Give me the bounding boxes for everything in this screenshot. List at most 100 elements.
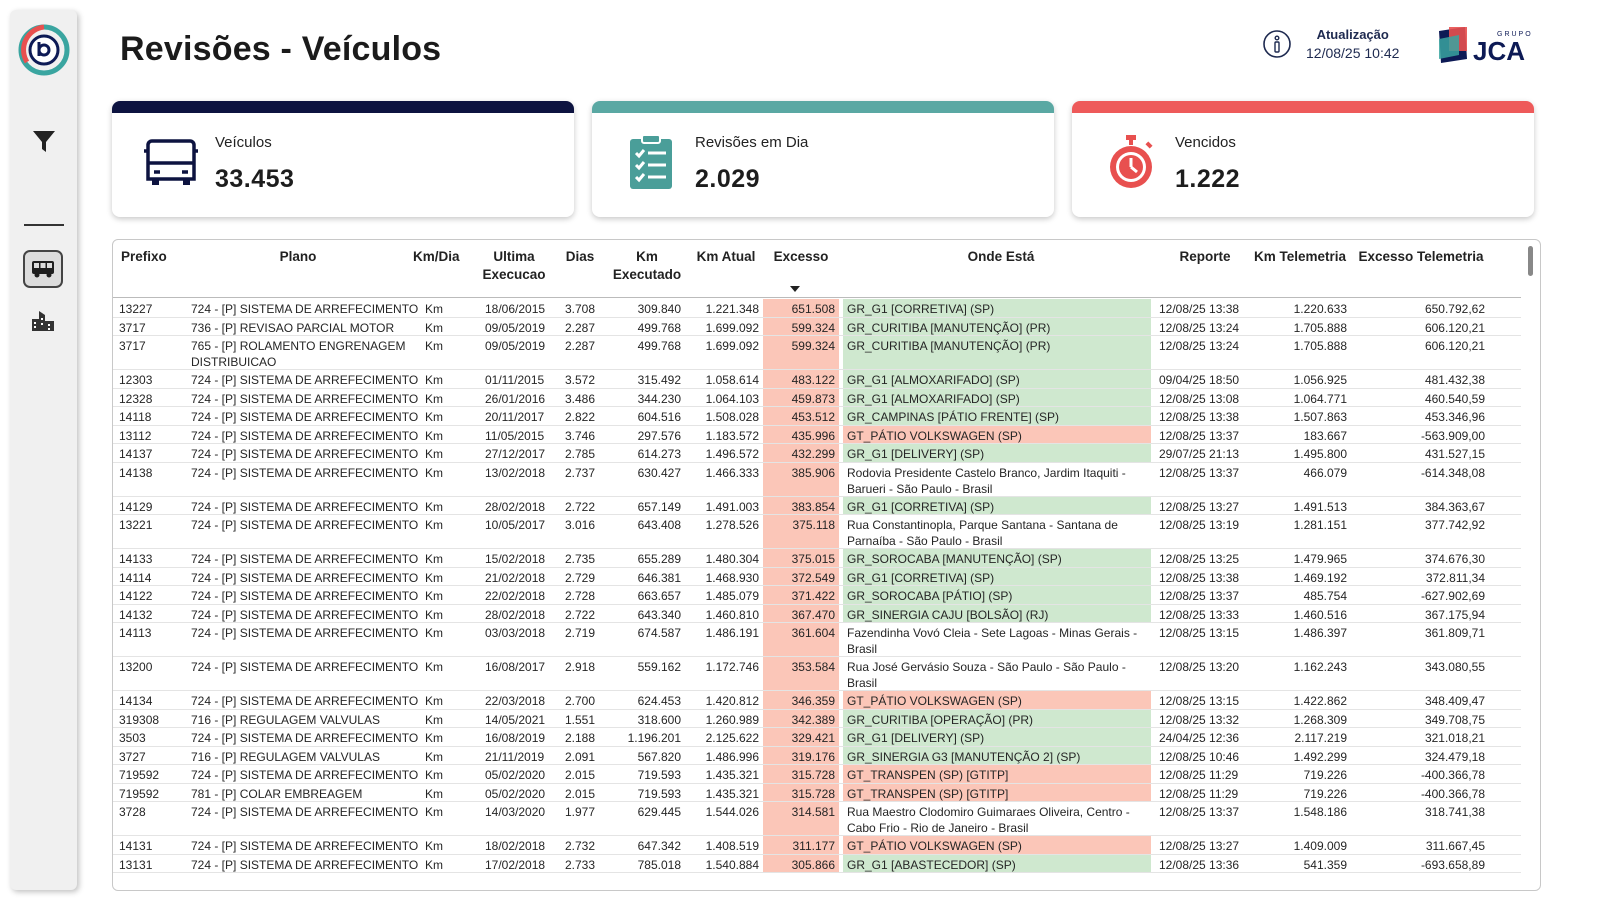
revisions-table[interactable]: Prefixo Plano Km/Dia Ultima Execucao Dia… <box>112 239 1541 891</box>
cell-prefixo: 13112 <box>119 428 152 443</box>
col-excesso[interactable]: Excesso <box>765 248 837 266</box>
col-prefixo[interactable]: Prefixo <box>121 248 181 266</box>
table-row[interactable]: 13200 724 - [P] SISTEMA DE ARREFECIMENTO K… <box>113 657 1521 691</box>
table-row[interactable]: 14114 724 - [P] SISTEMA DE ARREFECIMENTO K… <box>113 567 1521 586</box>
cell-onde: GR_G1 [CORRETIVA] (SP) <box>843 299 1151 317</box>
table-row[interactable]: 14133 724 - [P] SISTEMA DE ARREFECIMENTO K… <box>113 549 1521 568</box>
nav-garages-button[interactable] <box>28 306 58 336</box>
cell-exctel: 367.175,94 <box>1424 607 1485 622</box>
cell-kmexec: 630.427 <box>637 465 681 480</box>
cell-reporte: 12/08/25 13:15 <box>1159 626 1240 640</box>
cell-kmatual: 1.172.746 <box>705 660 759 674</box>
table-row[interactable]: 12303 724 - [P] SISTEMA DE ARREFECIMENTO K… <box>113 370 1521 389</box>
rail-divider <box>24 224 64 226</box>
cell-kmexec: 315.492 <box>637 373 681 387</box>
cell-ultima: 21/11/2019 <box>485 749 545 764</box>
cell-kmexec: 614.273 <box>637 447 681 461</box>
table-row[interactable]: 13112 724 - [P] SISTEMA DE ARREFECIMENTO K… <box>113 425 1521 444</box>
cell-kmexec: 629.445 <box>637 805 681 819</box>
cell-ultima: 14/03/2020 <box>485 805 546 819</box>
col-reporte[interactable]: Reporte <box>1161 248 1249 266</box>
cell-kmatual: 1.491.003 <box>705 499 759 514</box>
cell-kmtel: 485.754 <box>1303 589 1347 603</box>
cell-excesso: 453.512 <box>763 407 839 425</box>
table-row[interactable]: 14132 724 - [P] SISTEMA DE ARREFECIMENTO K… <box>113 604 1521 623</box>
col-km-executado[interactable]: Km Executado <box>611 248 683 284</box>
table-row[interactable]: 3727 716 - [P] REGULAGEM VALVULAS Km 21/11/… <box>113 746 1521 765</box>
sort-desc-icon[interactable] <box>790 286 800 292</box>
cell-reporte: 12/08/25 13:15 <box>1159 694 1240 708</box>
cell-excesso: 346.359 <box>763 691 839 709</box>
table-row[interactable]: 13227 724 - [P] SISTEMA DE ARREFECIMENTO K… <box>113 299 1521 318</box>
col-excesso-telemetria[interactable]: Excesso Telemetria <box>1353 248 1489 266</box>
table-row[interactable]: 14118 724 - [P] SISTEMA DE ARREFECIMENTO K… <box>113 407 1521 426</box>
cell-kmtel: 2.117.219 <box>1294 731 1348 745</box>
cell-plano: 724 - [P] SISTEMA DE ARREFECIMENTO <box>191 499 419 514</box>
table-row[interactable]: 319308 716 - [P] REGULAGEM VALVULAS Km 14/0… <box>113 709 1521 728</box>
table-row[interactable]: 14134 724 - [P] SISTEMA DE ARREFECIMENTO K… <box>113 691 1521 710</box>
bus-icon <box>32 261 54 278</box>
cell-kmatual: 1.058.614 <box>705 373 759 387</box>
nav-vehicles-button[interactable] <box>23 250 63 288</box>
table-row[interactable]: 14122 724 - [P] SISTEMA DE ARREFECIMENTO K… <box>113 586 1521 605</box>
table-row[interactable]: 3728 724 - [P] SISTEMA DE ARREFECIMENTO Km… <box>113 802 1521 836</box>
page-title: Revisões - Veículos <box>120 30 442 68</box>
table-row[interactable]: 14138 724 - [P] SISTEMA DE ARREFECIMENTO K… <box>113 462 1521 497</box>
table-row[interactable]: 14129 724 - [P] SISTEMA DE ARREFECIMENTO K… <box>113 496 1521 515</box>
cell-prefixo: 14133 <box>119 552 153 566</box>
table-row[interactable]: 14131 724 - [P] SISTEMA DE ARREFECIMENTO K… <box>113 836 1521 855</box>
cell-ultima: 26/01/2016 <box>485 391 546 406</box>
cell-kmtel: 1.492.299 <box>1293 749 1347 764</box>
kpi-value: 2.029 <box>695 165 761 193</box>
cell-dias: 2.729 <box>565 570 596 585</box>
cell-ultima: 05/02/2020 <box>485 786 546 801</box>
cell-kmtel: 1.281.151 <box>1293 518 1347 532</box>
cell-plano: 724 - [P] SISTEMA DE ARREFECIMENTO <box>191 660 419 674</box>
vertical-scrollbar[interactable] <box>1528 246 1533 276</box>
cell-ultima: 10/05/2017 <box>485 518 546 532</box>
cell-onde: GR_CAMPINAS [PÁTIO FRENTE] (SP) <box>843 407 1151 425</box>
cell-plano: 724 - [P] SISTEMA DE ARREFECIMENTO <box>191 447 419 461</box>
col-km-atual[interactable]: Km Atual <box>691 248 761 266</box>
table-row[interactable]: 12328 724 - [P] SISTEMA DE ARREFECIMENTO K… <box>113 388 1521 407</box>
cell-exctel: -693.658,89 <box>1420 857 1485 872</box>
cell-onde: GR_CURITIBA [MANUTENÇÃO] (PR) <box>843 336 1151 369</box>
info-icon[interactable] <box>1262 29 1292 59</box>
table-row[interactable]: 719592 781 - [P] COLAR EMBREAGEM Km 05/02/2… <box>113 783 1521 802</box>
col-dias[interactable]: Dias <box>557 248 603 266</box>
cell-excesso: 315.728 <box>763 783 839 801</box>
table-row[interactable]: 3503 724 - [P] SISTEMA DE ARREFECIMENTO Km… <box>113 728 1521 747</box>
col-ultima-execucao[interactable]: Ultima Execucao <box>481 248 547 284</box>
cell-kmexec: 719.593 <box>637 768 681 782</box>
table-row[interactable]: 3717 765 - [P] ROLAMENTO ENGRENAGEM DISTR… <box>113 336 1521 370</box>
col-km-dia[interactable]: Km/Dia <box>413 248 469 266</box>
cell-kmexec: 559.162 <box>637 660 681 674</box>
table-row[interactable]: 14113 724 - [P] SISTEMA DE ARREFECIMENTO K… <box>113 623 1521 657</box>
cell-ultima: 01/11/2015 <box>485 373 545 387</box>
table-row[interactable]: 13221 724 - [P] SISTEMA DE ARREFECIMENTO K… <box>113 515 1521 549</box>
filter-icon[interactable] <box>31 128 57 154</box>
cell-dias: 2.015 <box>565 768 596 782</box>
cell-kmatual: 1.540.884 <box>705 857 759 872</box>
cell-excesso: 315.728 <box>763 765 839 783</box>
col-onde-esta[interactable]: Onde Está <box>851 248 1151 266</box>
cell-kmatual: 1.408.519 <box>705 839 759 853</box>
table-row[interactable]: 719592 724 - [P] SISTEMA DE ARREFECIMENTO… <box>113 765 1521 784</box>
table-row[interactable]: 3717 736 - [P] REVISAO PARCIAL MOTOR Km 09/… <box>113 317 1521 336</box>
cell-prefixo: 14114 <box>119 570 152 585</box>
cell-kmtel: 1.479.965 <box>1293 552 1347 566</box>
cell-onde: GR_G1 [CORRETIVA] (SP) <box>843 496 1151 514</box>
cell-ultima: 16/08/2019 <box>485 731 546 745</box>
cell-reporte: 12/08/25 13:36 <box>1159 857 1240 872</box>
col-plano[interactable]: Plano <box>223 248 373 266</box>
cell-kmtel: 1.495.800 <box>1293 447 1347 461</box>
table-row[interactable]: 13131 724 - [P] SISTEMA DE ARREFECIMENTO K… <box>113 854 1521 873</box>
cell-kmatual: 1.435.321 <box>705 768 759 782</box>
table-row[interactable]: 14137 724 - [P] SISTEMA DE ARREFECIMENTO K… <box>113 444 1521 463</box>
app-logo-icon[interactable] <box>18 24 70 76</box>
cell-excesso: 361.604 <box>763 623 839 656</box>
cell-exctel: 372.811,34 <box>1425 570 1485 585</box>
kpi-value: 33.453 <box>215 165 295 193</box>
cell-onde: Rodovia Presidente Castelo Branco, Jardi… <box>847 465 1126 496</box>
col-km-telemetria[interactable]: Km Telemetria <box>1247 248 1353 266</box>
